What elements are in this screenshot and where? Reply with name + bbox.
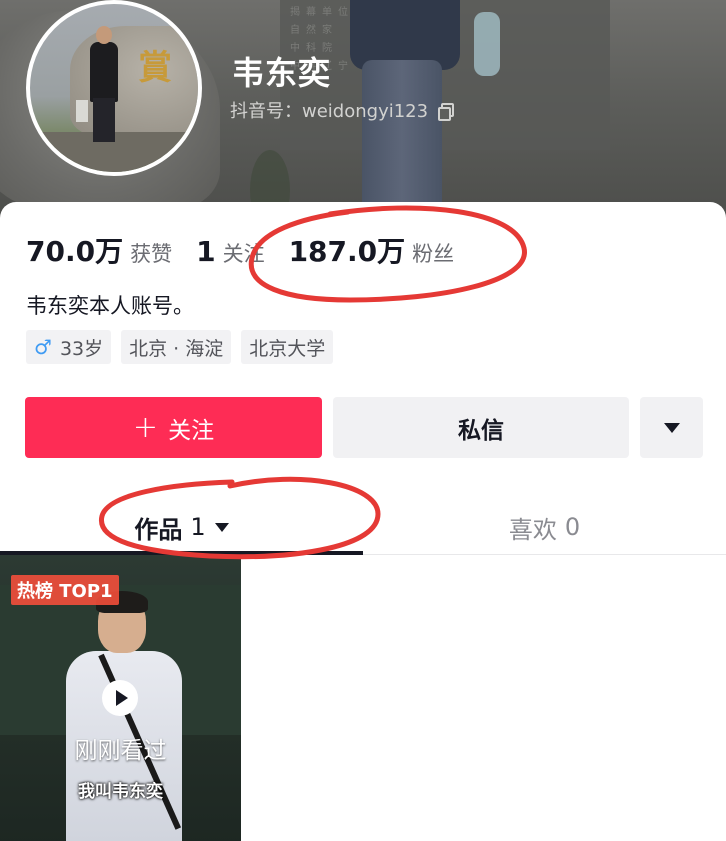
following-count: 1 [196,235,216,268]
tab-works-count: 1 [190,513,206,541]
profile-card: 70.0万 获赞 1 关注 187.0万 粉丝 韦东奕本人账号。 ♂ 33岁 北… [0,202,726,841]
tag-gender-age: ♂ 33岁 [26,330,112,364]
following-label: 关注 [222,242,265,266]
chevron-down-icon [663,422,680,433]
likes-count: 70.0万 [26,235,124,268]
douyin-id-text: 抖音号：weidongyi123 [230,101,429,122]
profile-name: 韦东奕 [232,54,332,92]
tag-age: 33岁 [59,337,104,360]
tab-likes-label: 喜欢 [508,515,557,544]
tab-works[interactable]: 作品 1 [0,502,363,552]
followers-label: 粉丝 [412,242,455,266]
avatar-person-head [96,26,112,44]
message-button[interactable]: 私信 [333,397,629,458]
hot-rank-badge: 热榜 TOP1 [11,575,119,605]
more-options-button[interactable] [640,397,703,458]
stats-row: 70.0万 获赞 1 关注 187.0万 粉丝 [26,230,478,270]
tag-school: 北京大学 [241,330,334,364]
stat-following[interactable]: 1 关注 [196,235,264,268]
follow-button[interactable]: + 关注 [25,397,322,458]
avatar-person [90,42,118,102]
tab-works-label: 作品 [134,515,183,544]
stat-likes: 70.0万 获赞 [26,230,172,270]
video-thumbnail[interactable]: 热榜 TOP1 刚刚看过 我叫韦东奕 [0,555,241,841]
tab-likes[interactable]: 喜欢 0 [363,502,726,552]
tab-divider [363,554,726,555]
douyin-id[interactable]: 抖音号：weidongyi123 [230,97,455,123]
tab-likes-count: 0 [564,513,581,541]
message-button-label: 私信 [458,417,504,444]
stat-followers[interactable]: 187.0万 粉丝 [289,230,455,270]
copy-icon[interactable] [438,103,455,121]
play-icon[interactable] [102,680,138,716]
bio: 韦东奕本人账号。 [26,294,194,318]
avatar-bag [76,100,88,122]
avatar-rock-character: 賞 [138,48,172,88]
chevron-down-icon [214,522,229,532]
follow-button-label: 关注 [168,417,215,444]
plus-icon: + [132,409,159,445]
likes-label: 获赞 [130,242,173,266]
male-icon: ♂ [34,335,52,359]
tags-row: ♂ 33岁 北京 · 海淀 北京大学 [26,330,334,364]
avatar-ground [30,132,198,172]
avatar-person-legs [93,98,115,142]
tag-location: 北京 · 海淀 [121,330,232,364]
avatar[interactable]: 賞 [26,0,202,176]
followers-count: 187.0万 [288,235,406,268]
video-subtitle: 我叫韦东奕 [78,782,163,802]
background-face-mask [474,12,500,76]
recently-watched-label: 刚刚看过 [74,738,167,764]
